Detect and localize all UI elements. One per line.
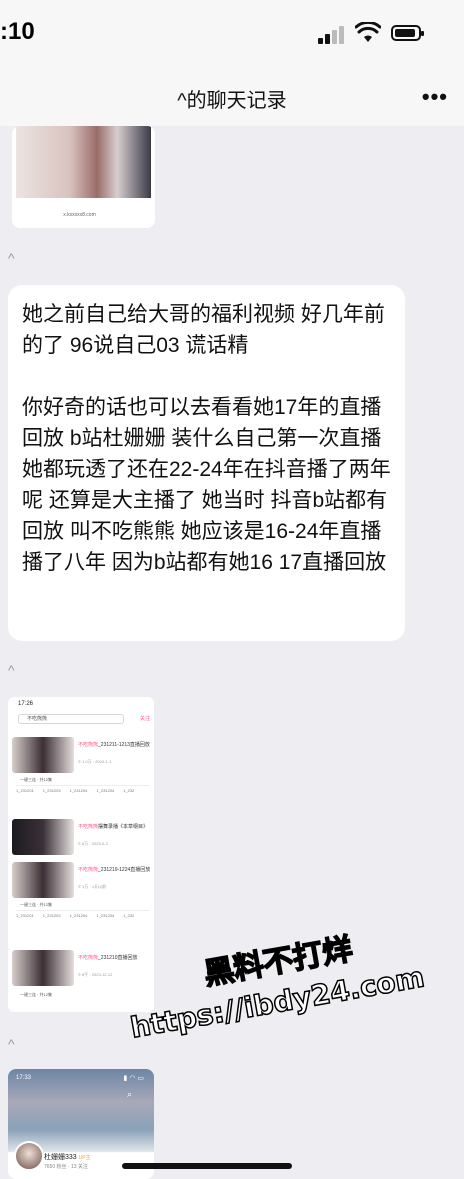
video-meta: © 8千 · 2023-12-12 <box>78 972 113 977</box>
row-meta: 一键三连 · 共12集 <box>20 992 53 997</box>
nav-bar: ^的聊天记录 ••• <box>0 70 464 126</box>
screenshot-message[interactable]: 17:26 不吃熊熊 关注 不吃熊熊_231211-1213直播回放 © 1.0… <box>8 697 154 1012</box>
page-title: ^的聊天记录 <box>177 90 287 112</box>
separator-caret: ^ <box>8 1036 15 1052</box>
video-title: 不吃熊熊摆舞录播《本草纲目》 <box>78 824 149 830</box>
video-meta: © 6万 · 2023-5-2 <box>78 841 108 846</box>
profile-stats: 7650 粉丝 · 13 关注 <box>44 1164 88 1170</box>
video-title: 不吃熊熊_231219-1224直播回放 <box>78 867 151 873</box>
message-paragraph: 她之前自己给大哥的福利视频 好几年前的了 96说自己03 谎话精 <box>22 303 385 357</box>
episode-grid: 1_231201 1_231203 1_231204 1_231204 1_232 <box>16 910 150 925</box>
message-bubble[interactable]: 她之前自己给大哥的福利视频 好几年前的了 96说自己03 谎话精 你好奇的话也可… <box>8 285 405 641</box>
profile-name: 杜姗姗333 UP主 <box>44 1154 91 1161</box>
row-meta: 一键三连 · 共12集 <box>20 902 53 907</box>
screenshot-search-box: 不吃熊熊 <box>18 714 124 724</box>
video-thumbnail <box>12 737 74 773</box>
cellular-signal-icon <box>318 24 346 44</box>
row-meta: 一键三连 · 共12集 <box>20 777 53 782</box>
video-thumbnail <box>12 950 74 986</box>
avatar <box>14 1141 44 1171</box>
video-title: 不吃熊熊_231210直播回放 <box>78 955 138 961</box>
image-message[interactable]: x.kxxxxx8.com <box>12 126 155 228</box>
video-meta: © 1.0万 · 2024-1-1 <box>78 759 112 764</box>
separator-caret: ^ <box>8 662 15 678</box>
more-options-icon[interactable]: ••• <box>422 84 448 110</box>
status-time: :10 <box>0 18 35 45</box>
wifi-icon <box>355 22 381 42</box>
status-icons: ▮ ◠ ▭ <box>123 1075 144 1082</box>
search-icon: ⌕ <box>126 1089 132 1099</box>
screenshot-time: 17:33 <box>16 1075 32 1081</box>
image-caption: x.kxxxxx8.com <box>63 212 96 218</box>
separator-caret: ^ <box>8 250 15 266</box>
video-title: 不吃熊熊_231211-1213直播回放 <box>78 742 150 748</box>
battery-icon <box>391 25 424 41</box>
screenshot-follow: 关注 <box>139 716 150 722</box>
status-bar: :10 <box>0 0 464 70</box>
home-indicator <box>122 1163 292 1169</box>
photo <box>16 126 151 198</box>
screenshot-time: 17:26 <box>18 701 34 707</box>
video-meta: © 1万 · 1天以前 <box>78 884 107 889</box>
video-thumbnail <box>12 819 74 855</box>
video-thumbnail <box>12 862 74 898</box>
message-paragraph: 你好奇的话也可以去看看她17年的直播回放 b站杜姗姗 装什么自己第一次直播 她都… <box>22 396 391 574</box>
episode-grid: 1_231201 1_231203 1_231204 1_231204 1_232 <box>16 785 150 800</box>
